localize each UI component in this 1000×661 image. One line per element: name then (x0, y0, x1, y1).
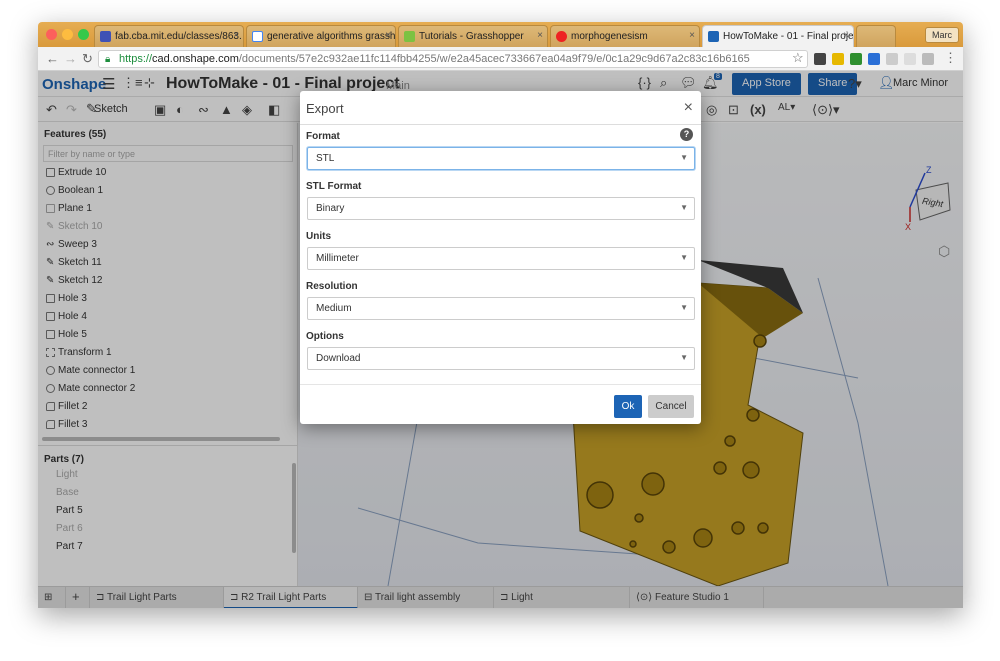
url-host: cad.onshape.com (152, 53, 239, 65)
options-label: Options (306, 331, 344, 342)
chevron-down-icon: ▼ (680, 353, 688, 362)
minimize-window-icon[interactable] (62, 29, 73, 40)
browser-tab[interactable]: fab.cba.mit.edu/classes/863. × (94, 25, 244, 47)
dialog-footer-divider (300, 384, 701, 385)
extension-bus-icon[interactable] (850, 53, 862, 65)
tab-title: Tutorials - Grasshopper (419, 31, 524, 42)
close-tab-icon[interactable]: × (689, 30, 695, 41)
stl-format-select-value: Binary (316, 203, 345, 214)
url-scheme: https:// (119, 53, 153, 65)
youtube-favicon-icon (556, 31, 567, 42)
chevron-down-icon: ▼ (680, 253, 688, 262)
units-label: Units (306, 231, 331, 242)
ok-button[interactable]: Ok (614, 395, 642, 418)
extension-window-icon[interactable] (868, 53, 880, 65)
resolution-select-value: Medium (316, 303, 352, 314)
chevron-down-icon: ▼ (680, 203, 688, 212)
chevron-down-icon: ▼ (680, 303, 688, 312)
stl-format-label: STL Format (306, 181, 362, 192)
close-window-icon[interactable] (46, 29, 57, 40)
browser-tab-active[interactable]: HowToMake - 01 - Final proje × (702, 25, 854, 47)
extension-cloud-icon[interactable] (886, 53, 898, 65)
close-icon[interactable]: × (684, 99, 693, 117)
close-tab-icon[interactable]: × (385, 30, 391, 41)
options-select-value: Download (316, 353, 361, 364)
bookmark-star-icon[interactable]: ☆ (792, 50, 804, 66)
close-tab-icon[interactable]: × (537, 30, 543, 41)
browser-tab-bar: fab.cba.mit.edu/classes/863. × generativ… (38, 22, 963, 47)
format-select-value: STL (316, 153, 335, 164)
resolution-select[interactable]: Medium ▼ (307, 297, 695, 320)
chevron-down-icon: ▼ (680, 153, 688, 162)
url-field[interactable]: 🔒︎ https://cad.onshape.com/documents/57e… (98, 50, 808, 68)
extension-cursor-icon[interactable] (814, 53, 826, 65)
browser-tab[interactable]: generative algorithms grassho × (246, 25, 396, 47)
stl-format-select[interactable]: Binary ▼ (307, 197, 695, 220)
cancel-button[interactable]: Cancel (648, 395, 694, 418)
extension-pdf-icon[interactable] (922, 53, 934, 65)
back-icon[interactable]: ← (46, 51, 59, 66)
lock-icon: 🔒︎ (105, 54, 111, 65)
browser-tab[interactable]: Tutorials - Grasshopper × (398, 25, 548, 47)
tab-title: generative algorithms grassho (267, 31, 396, 42)
extension-feather-icon[interactable] (904, 53, 916, 65)
close-tab-icon[interactable]: × (843, 30, 849, 41)
reload-icon[interactable]: ↻ (82, 51, 93, 67)
options-select[interactable]: Download ▼ (307, 347, 695, 370)
browser-tab[interactable]: morphogenesism × (550, 25, 700, 47)
export-dialog: Export × Format ? STL ▼ STL Format Binar… (300, 91, 701, 424)
address-bar-row: ← → ↻ 🔒︎ https://cad.onshape.com/documen… (38, 47, 963, 71)
units-select-value: Millimeter (316, 253, 359, 264)
url-path: /documents/57e2c932ae11fc114fbb4255/w/e2… (238, 53, 750, 65)
tab-title: morphogenesism (571, 31, 648, 42)
tab-title: HowToMake - 01 - Final proje (723, 31, 854, 42)
grasshopper-favicon-icon (404, 31, 415, 42)
extension-mail-icon[interactable] (832, 53, 844, 65)
zoom-window-icon[interactable] (78, 29, 89, 40)
browser-window: fab.cba.mit.edu/classes/863. × generativ… (38, 22, 963, 608)
chrome-menu-icon[interactable]: ⋮ (944, 50, 957, 66)
profile-button[interactable]: Marc (925, 27, 959, 43)
format-select[interactable]: STL ▼ (307, 147, 695, 170)
google-favicon-icon (252, 31, 263, 42)
close-tab-icon[interactable]: × (233, 30, 239, 41)
dialog-title: Export (306, 101, 344, 116)
onshape-favicon-icon (708, 31, 719, 42)
units-select[interactable]: Millimeter ▼ (307, 247, 695, 270)
grid-favicon-icon (100, 31, 111, 42)
resolution-label: Resolution (306, 281, 358, 292)
tab-title: fab.cba.mit.edu/classes/863. (115, 31, 242, 42)
new-tab-button[interactable] (856, 25, 896, 47)
format-label: Format (306, 131, 340, 142)
dialog-divider (300, 124, 701, 125)
forward-icon[interactable]: → (64, 51, 77, 66)
help-icon[interactable]: ? (680, 128, 693, 141)
